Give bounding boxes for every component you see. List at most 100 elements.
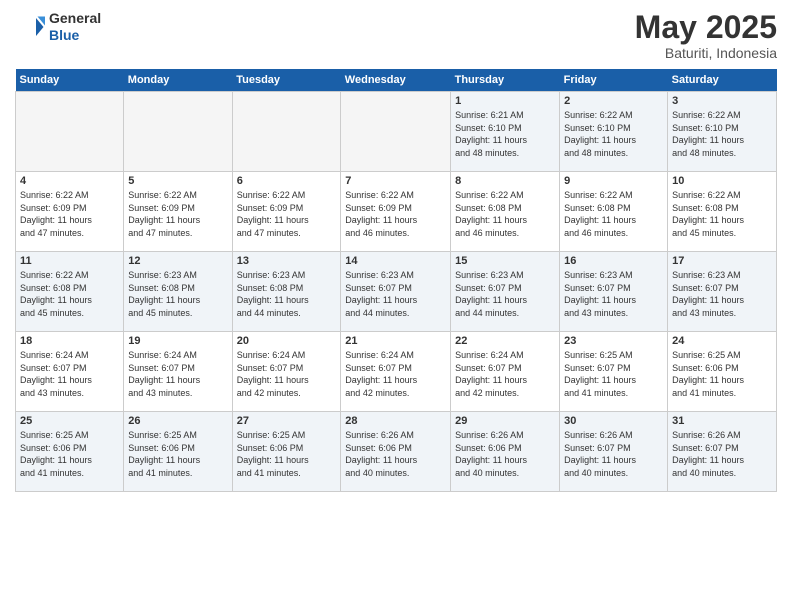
day-number: 4	[20, 175, 119, 187]
day-number: 6	[237, 175, 337, 187]
table-row: 15 Sunrise: 6:23 AM Sunset: 6:07 PM Dayli…	[451, 252, 560, 332]
table-row: 30 Sunrise: 6:26 AM Sunset: 6:07 PM Dayli…	[560, 412, 668, 492]
day-info: Sunrise: 6:22 AM Sunset: 6:08 PM Dayligh…	[455, 189, 555, 239]
day-info: Sunrise: 6:24 AM Sunset: 6:07 PM Dayligh…	[20, 349, 119, 399]
day-info: Sunrise: 6:25 AM Sunset: 6:06 PM Dayligh…	[128, 429, 227, 479]
table-row: 17 Sunrise: 6:23 AM Sunset: 6:07 PM Dayli…	[668, 252, 777, 332]
day-info: Sunrise: 6:23 AM Sunset: 6:08 PM Dayligh…	[128, 269, 227, 319]
day-number: 11	[20, 255, 119, 267]
day-info: Sunrise: 6:23 AM Sunset: 6:07 PM Dayligh…	[455, 269, 555, 319]
day-number: 7	[345, 175, 446, 187]
day-number: 22	[455, 335, 555, 347]
day-info: Sunrise: 6:24 AM Sunset: 6:07 PM Dayligh…	[237, 349, 337, 399]
day-number: 28	[345, 415, 446, 427]
day-info: Sunrise: 6:25 AM Sunset: 6:06 PM Dayligh…	[672, 349, 772, 399]
day-number: 15	[455, 255, 555, 267]
table-row: 4Sunrise: 6:22 AM Sunset: 6:09 PM Daylig…	[16, 172, 124, 252]
header-friday: Friday	[560, 69, 668, 92]
table-row: 7 Sunrise: 6:22 AM Sunset: 6:09 PM Daylig…	[341, 172, 451, 252]
day-number: 14	[345, 255, 446, 267]
header-sunday: Sunday	[16, 69, 124, 92]
day-number: 24	[672, 335, 772, 347]
calendar-week-row: 11Sunrise: 6:22 AM Sunset: 6:08 PM Dayli…	[16, 252, 777, 332]
day-number: 8	[455, 175, 555, 187]
header: General Blue May 2025 Baturiti, Indonesi…	[15, 10, 777, 61]
table-row: 5 Sunrise: 6:22 AM Sunset: 6:09 PM Daylig…	[124, 172, 232, 252]
table-row: 27Sunrise: 6:25 AM Sunset: 6:06 PM Dayli…	[232, 412, 341, 492]
day-number: 21	[345, 335, 446, 347]
table-row: 20 Sunrise: 6:24 AM Sunset: 6:07 PM Dayli…	[232, 332, 341, 412]
day-number: 16	[564, 255, 663, 267]
header-thursday: Thursday	[451, 69, 560, 92]
day-number: 12	[128, 255, 227, 267]
day-info: Sunrise: 6:24 AM Sunset: 6:07 PM Dayligh…	[345, 349, 446, 399]
table-row: 22 Sunrise: 6:24 AM Sunset: 6:07 PM Dayli…	[451, 332, 560, 412]
day-info: Sunrise: 6:25 AM Sunset: 6:07 PM Dayligh…	[564, 349, 663, 399]
day-number: 20	[237, 335, 337, 347]
calendar-week-row: 1 Sunrise: 6:21 AM Sunset: 6:10 PM Daylig…	[16, 92, 777, 172]
table-row	[16, 92, 124, 172]
table-row: 31 Sunrise: 6:26 AM Sunset: 6:07 PM Dayli…	[668, 412, 777, 492]
header-wednesday: Wednesday	[341, 69, 451, 92]
day-info: Sunrise: 6:22 AM Sunset: 6:08 PM Dayligh…	[672, 189, 772, 239]
table-row: 13 Sunrise: 6:23 AM Sunset: 6:08 PM Dayli…	[232, 252, 341, 332]
day-info: Sunrise: 6:22 AM Sunset: 6:09 PM Dayligh…	[345, 189, 446, 239]
table-row	[232, 92, 341, 172]
table-row: 28 Sunrise: 6:26 AM Sunset: 6:06 PM Dayli…	[341, 412, 451, 492]
page-container: General Blue May 2025 Baturiti, Indonesi…	[0, 0, 792, 502]
location-subtitle: Baturiti, Indonesia	[635, 45, 777, 61]
table-row	[124, 92, 232, 172]
logo-text: General Blue	[49, 10, 101, 44]
day-info: Sunrise: 6:22 AM Sunset: 6:09 PM Dayligh…	[128, 189, 227, 239]
calendar-week-row: 4 Sunrise: 6:22 AM Sunset: 6:09 PM Daylig…	[16, 172, 777, 252]
header-saturday: Saturday	[668, 69, 777, 92]
day-info: Sunrise: 6:22 AM Sunset: 6:10 PM Dayligh…	[672, 109, 772, 159]
day-number: 10	[672, 175, 772, 187]
day-info: Sunrise: 6:24 AM Sunset: 6:07 PM Dayligh…	[455, 349, 555, 399]
day-number: 9	[564, 175, 663, 187]
day-info: Sunrise: 6:26 AM Sunset: 6:06 PM Dayligh…	[455, 429, 555, 479]
day-number: 26	[128, 415, 227, 427]
day-number: 30	[564, 415, 663, 427]
day-number: 5	[128, 175, 227, 187]
day-number: 3	[672, 95, 772, 107]
day-info: Sunrise: 6:26 AM Sunset: 6:07 PM Dayligh…	[672, 429, 772, 479]
calendar-header-row: Sunday Monday Tuesday Wednesday Thursday…	[16, 69, 777, 92]
logo: General Blue	[15, 10, 101, 44]
table-row: 10 Sunrise: 6:22 AM Sunset: 6:08 PM Dayli…	[668, 172, 777, 252]
day-info: Sunrise: 6:26 AM Sunset: 6:07 PM Dayligh…	[564, 429, 663, 479]
calendar-week-row: 18Sunrise: 6:24 AM Sunset: 6:07 PM Dayli…	[16, 332, 777, 412]
day-info: Sunrise: 6:22 AM Sunset: 6:08 PM Dayligh…	[564, 189, 663, 239]
day-number: 19	[128, 335, 227, 347]
logo-icon	[15, 12, 45, 42]
table-row: 3 Sunrise: 6:22 AM Sunset: 6:10 PM Daylig…	[668, 92, 777, 172]
table-row: 18Sunrise: 6:24 AM Sunset: 6:07 PM Dayli…	[16, 332, 124, 412]
table-row: 29 Sunrise: 6:26 AM Sunset: 6:06 PM Dayli…	[451, 412, 560, 492]
day-info: Sunrise: 6:21 AM Sunset: 6:10 PM Dayligh…	[455, 109, 555, 159]
day-number: 1	[455, 95, 555, 107]
day-info: Sunrise: 6:23 AM Sunset: 6:07 PM Dayligh…	[564, 269, 663, 319]
day-number: 29	[455, 415, 555, 427]
table-row: 26 Sunrise: 6:25 AM Sunset: 6:06 PM Dayli…	[124, 412, 232, 492]
day-info: Sunrise: 6:24 AM Sunset: 6:07 PM Dayligh…	[128, 349, 227, 399]
day-info: Sunrise: 6:23 AM Sunset: 6:07 PM Dayligh…	[345, 269, 446, 319]
day-info: Sunrise: 6:26 AM Sunset: 6:06 PM Dayligh…	[345, 429, 446, 479]
day-number: 2	[564, 95, 663, 107]
day-number: 25	[20, 415, 119, 427]
day-info: Sunrise: 6:23 AM Sunset: 6:07 PM Dayligh…	[672, 269, 772, 319]
day-number: 13	[237, 255, 337, 267]
table-row: 12 Sunrise: 6:23 AM Sunset: 6:08 PM Dayli…	[124, 252, 232, 332]
header-tuesday: Tuesday	[232, 69, 341, 92]
day-info: Sunrise: 6:23 AM Sunset: 6:08 PM Dayligh…	[237, 269, 337, 319]
logo-general: General	[49, 10, 101, 27]
table-row: 1 Sunrise: 6:21 AM Sunset: 6:10 PM Daylig…	[451, 92, 560, 172]
table-row: 23Sunrise: 6:25 AM Sunset: 6:07 PM Dayli…	[560, 332, 668, 412]
day-number: 17	[672, 255, 772, 267]
day-number: 31	[672, 415, 772, 427]
table-row: 6 Sunrise: 6:22 AM Sunset: 6:09 PM Daylig…	[232, 172, 341, 252]
table-row: 9 Sunrise: 6:22 AM Sunset: 6:08 PM Daylig…	[560, 172, 668, 252]
day-info: Sunrise: 6:25 AM Sunset: 6:06 PM Dayligh…	[20, 429, 119, 479]
table-row: 16 Sunrise: 6:23 AM Sunset: 6:07 PM Dayli…	[560, 252, 668, 332]
table-row: 11Sunrise: 6:22 AM Sunset: 6:08 PM Dayli…	[16, 252, 124, 332]
day-info: Sunrise: 6:22 AM Sunset: 6:09 PM Dayligh…	[237, 189, 337, 239]
